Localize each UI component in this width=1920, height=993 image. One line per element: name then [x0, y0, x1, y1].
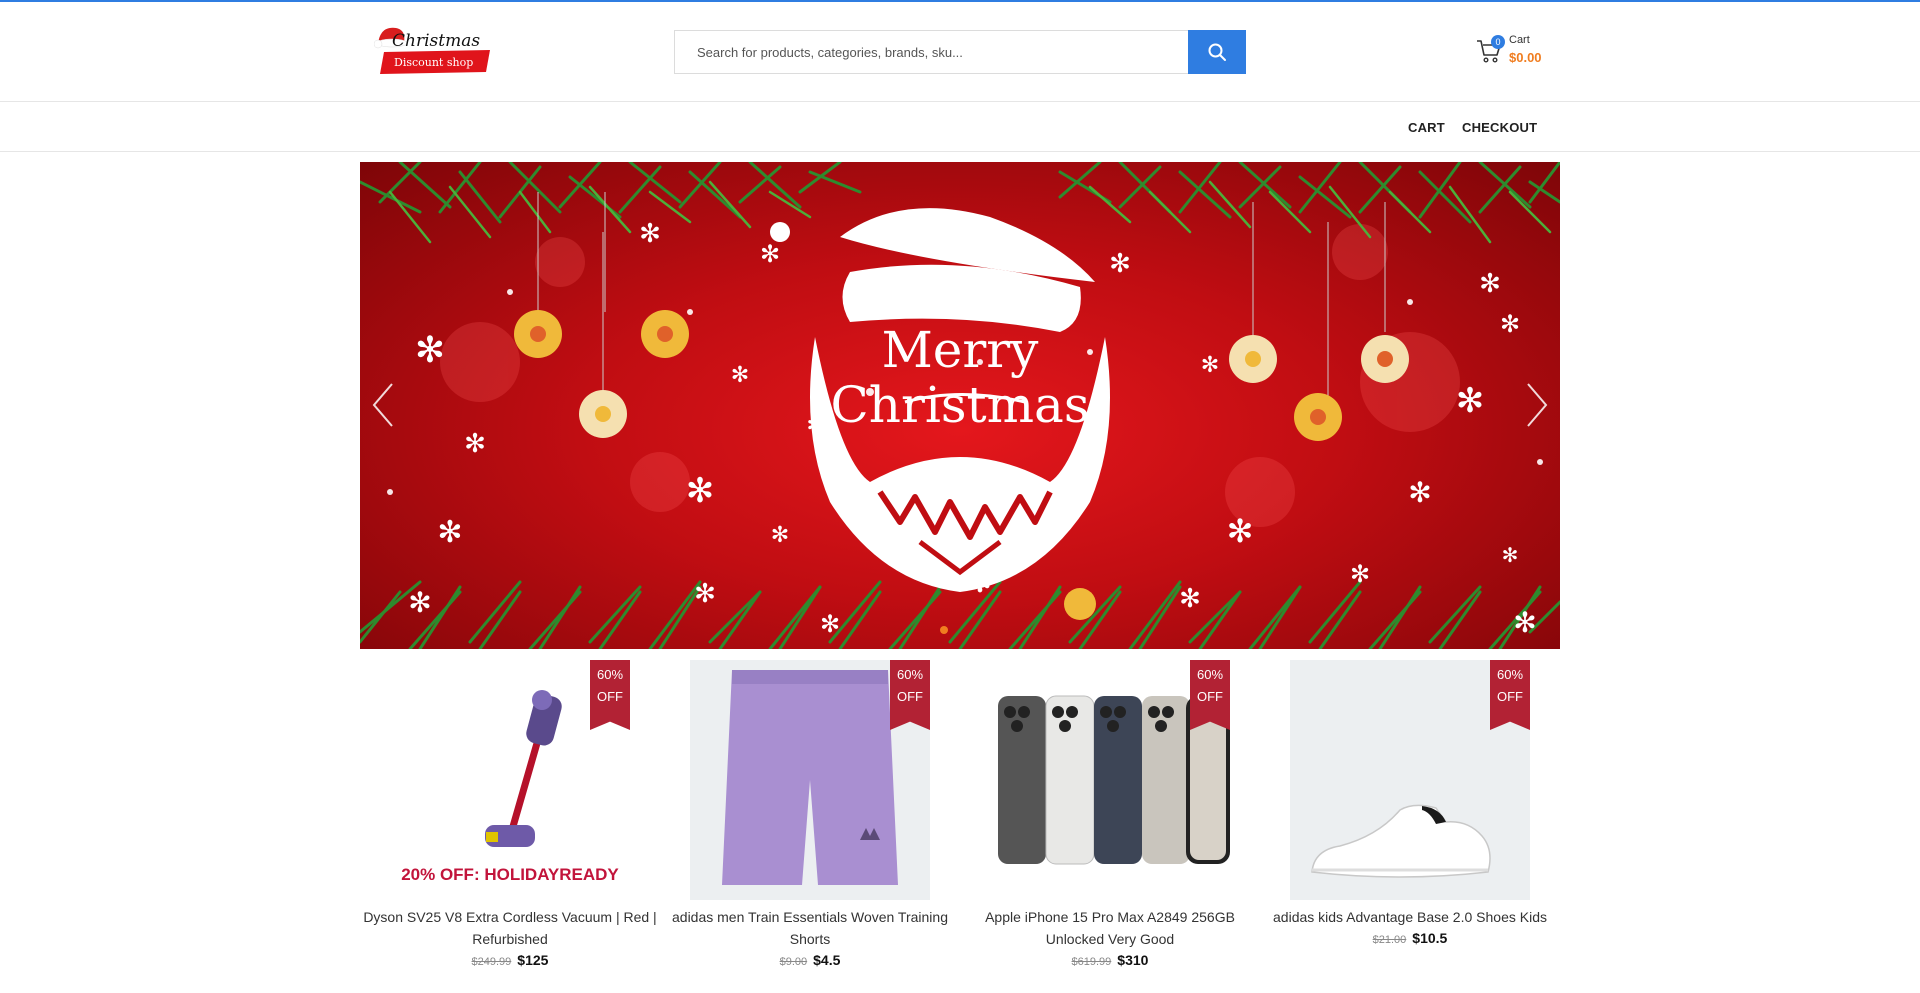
slider-next-arrow[interactable] [1522, 380, 1552, 430]
product-card[interactable]: 20% OFF: HOLIDAYREADY 60% OFF Dyson SV25… [360, 660, 660, 993]
product-card[interactable]: 60% OFF adidas kids Advantage Base 2.0 S… [1260, 660, 1560, 993]
new-price: $4.5 [813, 952, 841, 968]
old-price: $619.99 [1071, 956, 1112, 968]
svg-text:✻: ✻ [1456, 381, 1485, 421]
discount-ribbon: 60% OFF [890, 660, 930, 730]
svg-text:✻: ✻ [1408, 476, 1431, 509]
product-card[interactable]: 60% OFF adidas men Train Essentials Wove… [660, 660, 960, 993]
svg-text:✻: ✻ [694, 579, 716, 609]
old-price: $21.00 [1372, 934, 1407, 946]
header-cart[interactable]: 0 Cart $0.00 [1476, 32, 1556, 72]
new-price: $125 [517, 952, 549, 968]
svg-text:✻: ✻ [1201, 353, 1219, 378]
svg-text:✻: ✻ [731, 363, 749, 388]
svg-text:✻: ✻ [1479, 269, 1501, 299]
svg-text:✻: ✻ [1179, 584, 1201, 614]
discount-off: OFF [1197, 689, 1223, 704]
discount-ribbon: 60% OFF [1190, 660, 1230, 730]
product-price: $9.00 $4.5 [660, 952, 960, 968]
svg-text:✻: ✻ [415, 330, 445, 371]
product-grid: 20% OFF: HOLIDAYREADY 60% OFF Dyson SV25… [360, 660, 1560, 993]
site-logo[interactable]: Christmas Discount shop [373, 22, 492, 76]
search-input[interactable] [675, 31, 1188, 73]
svg-text:✻: ✻ [1109, 249, 1131, 279]
discount-percent: 60% [1196, 667, 1224, 682]
svg-text:✻: ✻ [1350, 560, 1370, 588]
slider-prev-arrow[interactable] [368, 380, 398, 430]
svg-text:✻: ✻ [820, 610, 840, 638]
product-card[interactable]: 60% OFF Apple iPhone 15 Pro Max A2849 25… [960, 660, 1260, 993]
svg-text:✻: ✻ [771, 523, 789, 548]
product-title[interactable]: Dyson SV25 V8 Extra Cordless Vacuum | Re… [360, 906, 660, 950]
logo-text-bottom: Discount shop [394, 56, 473, 69]
discount-percent: 60% [1496, 667, 1524, 682]
search-bar [674, 30, 1246, 74]
cart-count-badge: 0 [1491, 35, 1505, 49]
discount-off: OFF [897, 689, 923, 704]
logo-text-top: Christmas [392, 31, 480, 51]
search-button[interactable] [1188, 30, 1246, 74]
logo-graphic: Christmas Discount shop [373, 27, 490, 74]
svg-text:✻: ✻ [1502, 543, 1519, 567]
main-navigation: CART CHECKOUT [0, 103, 1920, 152]
product-price: $619.99 $310 [960, 952, 1260, 968]
chevron-right-icon [1527, 383, 1548, 427]
banner-headline-line2: Christmas [831, 376, 1090, 434]
product-title[interactable]: Apple iPhone 15 Pro Max A2849 256GB Unlo… [960, 906, 1260, 950]
christmas-banner-image: ✻✻ ✻✻ ✻✻ ✻✻ ✻✻ ✻✻ ✻✻ ✻✻ ✻✻ ✻✻ ✻✻ ✻✻ ✻✻ [360, 162, 1560, 649]
svg-text:✻: ✻ [408, 586, 431, 619]
cart-label: Cart [1509, 34, 1530, 46]
new-price: $10.5 [1412, 930, 1448, 946]
svg-text:✻: ✻ [639, 219, 661, 249]
new-price: $310 [1117, 952, 1149, 968]
banner-headline-line1: Merry [882, 321, 1040, 379]
product-price: $21.00 $10.5 [1260, 930, 1560, 946]
chevron-left-icon [372, 383, 393, 427]
discount-ribbon: 60% OFF [1490, 660, 1530, 730]
nav-link-cart[interactable]: CART [1408, 120, 1445, 135]
svg-text:✻: ✻ [686, 471, 715, 511]
product-promo-text: 20% OFF: HOLIDAYREADY [401, 865, 619, 884]
site-header: Christmas Discount shop 0 Cart $0.00 [0, 2, 1920, 102]
nav-link-checkout[interactable]: CHECKOUT [1462, 120, 1537, 135]
search-icon [1208, 43, 1226, 61]
svg-text:✻: ✻ [464, 429, 486, 459]
product-price: $249.99 $125 [360, 952, 660, 968]
cart-total: $0.00 [1509, 50, 1542, 65]
svg-text:✻: ✻ [1513, 606, 1536, 639]
discount-percent: 60% [596, 667, 624, 682]
discount-off: OFF [597, 689, 623, 704]
svg-text:✻: ✻ [1227, 512, 1254, 550]
slider-dot-active[interactable] [940, 626, 948, 634]
discount-off: OFF [1497, 689, 1523, 704]
old-price: $249.99 [471, 956, 512, 968]
product-title[interactable]: adidas kids Advantage Base 2.0 Shoes Kid… [1260, 906, 1560, 928]
product-title[interactable]: adidas men Train Essentials Woven Traini… [660, 906, 960, 950]
old-price: $9.00 [779, 956, 808, 968]
svg-text:✻: ✻ [437, 515, 462, 550]
svg-text:✻: ✻ [760, 240, 780, 268]
discount-percent: 60% [896, 667, 924, 682]
discount-ribbon: 60% OFF [590, 660, 630, 730]
hero-slider: ✻✻ ✻✻ ✻✻ ✻✻ ✻✻ ✻✻ ✻✻ ✻✻ ✻✻ ✻✻ ✻✻ ✻✻ ✻✻ [360, 162, 1560, 649]
svg-text:✻: ✻ [1500, 310, 1520, 338]
